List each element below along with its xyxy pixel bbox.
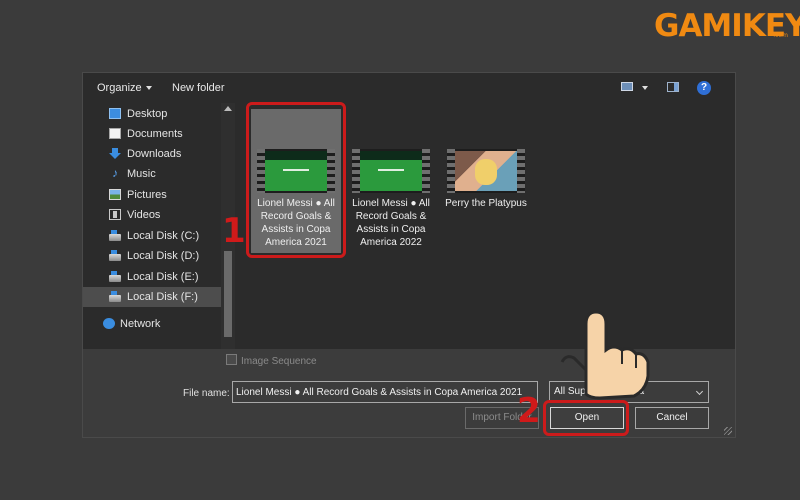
nav-item-label: Local Disk (E:) [127,271,199,283]
organize-button[interactable]: Organize [97,80,152,96]
highlight-box-step-1 [246,102,346,258]
nav-item-network[interactable]: Network [83,314,221,334]
nav-item-label: Local Disk (D:) [127,250,200,262]
file-name-label: File name: [183,388,230,399]
desktop-icon [109,108,121,119]
nav-item-music[interactable]: ♪ Music [83,164,221,184]
new-folder-button[interactable]: New folder [172,80,225,96]
pictures-icon [109,189,121,200]
cancel-button[interactable]: Cancel [635,407,709,429]
nav-item-downloads[interactable]: Downloads [83,144,221,164]
step-number-1: 1 [222,211,246,251]
cartoon-frame [455,151,517,191]
step-number-2: 2 [517,391,541,431]
file-item[interactable]: Perry the Platypus [441,109,531,214]
resize-grip-icon[interactable] [724,427,732,435]
nav-item-label: Pictures [127,189,167,201]
change-view-icon[interactable] [621,82,633,91]
nav-item-documents[interactable]: Documents [83,124,221,144]
preview-pane-icon[interactable] [667,82,679,92]
film-strip-icon [422,149,430,193]
film-strip-icon [517,149,525,193]
film-strip-icon [352,149,360,193]
nav-item-local-disk-e[interactable]: Local Disk (E:) [83,267,221,287]
videos-icon [109,209,121,220]
nav-item-label: Desktop [127,108,168,120]
gamikey-logo: GAMIKEY .com [654,6,800,46]
network-icon [103,318,115,329]
nav-item-label: Local Disk (C:) [127,230,200,242]
nav-item-pictures[interactable]: Pictures [83,185,221,205]
documents-icon [109,128,121,139]
file-name-label: Lionel Messi ● All Record Goals & Assist… [352,198,430,248]
nav-item-label: Downloads [127,148,182,160]
image-sequence-label: Image Sequence [241,356,317,367]
drive-icon [109,250,121,261]
nav-item-label: Music [127,168,156,180]
nav-item-label: Network [120,318,161,330]
nav-item-label: Videos [127,209,161,221]
drive-icon [109,291,121,302]
dialog-toolbar: Organize New folder ? [83,73,735,103]
chevron-down-icon [145,86,152,91]
checkbox-box[interactable] [226,354,237,365]
nav-item-local-disk-f[interactable]: Local Disk (F:) [83,287,221,307]
nav-item-label: Documents [127,128,183,140]
file-name-input[interactable] [232,381,538,403]
help-icon[interactable]: ? [697,81,711,95]
navigation-pane: Desktop Documents Downloads ♪ Music Pictu… [83,103,235,349]
football-frame [360,151,422,191]
nav-item-desktop[interactable]: Desktop [83,104,221,124]
nav-item-local-disk-c[interactable]: Local Disk (C:) [83,226,221,246]
logo-domain: .com [773,32,788,39]
music-icon: ♪ [112,166,118,180]
chevron-down-icon [695,387,704,396]
scroll-up-icon[interactable] [224,106,232,111]
video-thumbnail [447,149,525,193]
video-thumbnail [352,149,430,193]
organize-label: Organize [97,82,142,94]
pointing-hand-icon [560,310,650,400]
image-sequence-checkbox[interactable]: Image Sequence [226,354,317,367]
file-item[interactable]: Lionel Messi ● All Record Goals & Assist… [346,109,436,253]
logo-text: GAMIKEY [654,8,800,44]
film-strip-icon [447,149,455,193]
nav-item-local-disk-d[interactable]: Local Disk (D:) [83,246,221,266]
highlight-box-step-2 [543,400,629,436]
nav-item-label: Local Disk (F:) [127,291,198,303]
nav-item-videos[interactable]: Videos [83,205,221,225]
drive-icon [109,271,121,282]
file-name-label: Perry the Platypus [445,198,527,209]
view-options-chevron-icon[interactable] [642,86,648,90]
scrollbar-thumb[interactable] [224,251,232,337]
downloads-icon [109,148,121,159]
drive-icon [109,230,121,241]
